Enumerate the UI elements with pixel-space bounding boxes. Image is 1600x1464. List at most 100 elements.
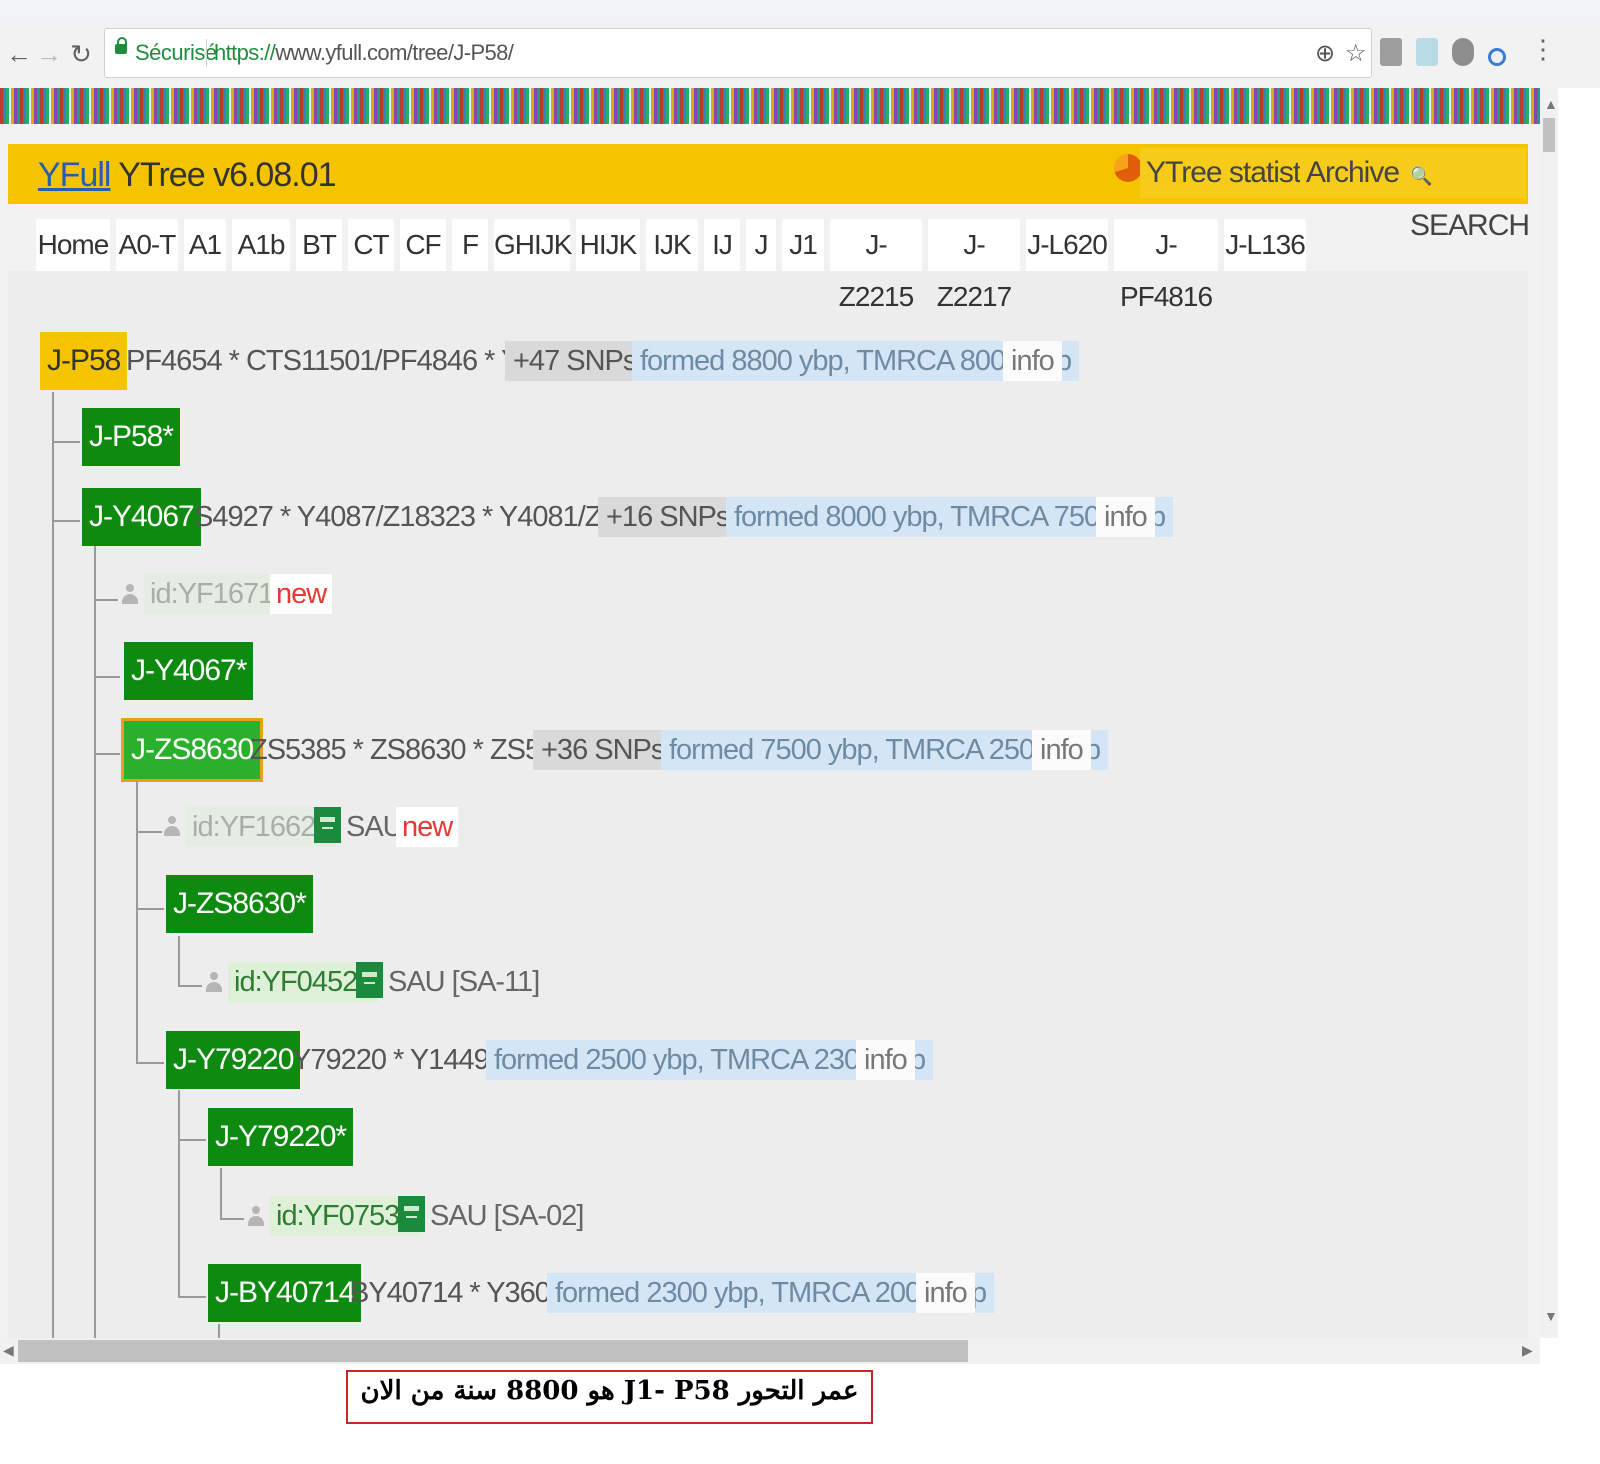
tree-line-level1: [52, 392, 54, 1338]
archive-button[interactable]: Archive: [1300, 148, 1406, 198]
ytree-version: YTree v6.08.01: [110, 156, 336, 194]
puzzle-extension-icon[interactable]: [1452, 38, 1474, 66]
tab-j-z2215[interactable]: J-Z2215: [830, 219, 922, 312]
info-link[interactable]: info: [916, 1273, 975, 1313]
new-badge: new: [270, 574, 333, 614]
tree-branch: [52, 520, 80, 522]
country-region: SAU [SA-11]: [388, 966, 540, 998]
url-text[interactable]: https://www.yfull.com/tree/J-P58/: [214, 40, 514, 66]
search-icon: 🔍: [1410, 166, 1432, 186]
dna-stripe-banner: [0, 88, 1540, 124]
tab-j-l136[interactable]: J-L136: [1224, 219, 1306, 271]
country-region: SAU [SA-02]: [430, 1200, 584, 1232]
address-separator: [206, 39, 207, 67]
annotation-caption-box: عمر التحور J1- P58 هو 8800 سنة من الان: [346, 1370, 873, 1424]
tab-ct[interactable]: CT: [348, 219, 394, 271]
person-icon: [248, 1206, 264, 1228]
node-j-y4067[interactable]: J-Y4067: [82, 488, 201, 546]
tab-j-z2217[interactable]: J-Z2217: [928, 219, 1020, 312]
saudi-flag-icon: [356, 962, 383, 998]
tab-j-l620[interactable]: J-L620: [1026, 219, 1108, 271]
tab-j1[interactable]: J1: [782, 219, 824, 271]
node-j-zs8630-star[interactable]: J-ZS8630*: [166, 875, 313, 933]
scroll-down-icon[interactable]: ▼: [1544, 1308, 1558, 1324]
tree-branch: [178, 985, 202, 987]
person-icon: [122, 584, 138, 606]
search-button[interactable]: 🔍 SEARCH: [1404, 148, 1530, 242]
site-title: YFull YTree v6.08.01: [38, 156, 337, 195]
address-bar[interactable]: Sécurisé https://www.yfull.com/tree/J-P5…: [104, 28, 1372, 78]
scroll-right-icon[interactable]: ▶: [1522, 1342, 1533, 1359]
node-j-by40714[interactable]: J-BY40714: [208, 1264, 362, 1322]
circle-extension-icon[interactable]: [1488, 48, 1506, 66]
yfull-link[interactable]: YFull: [38, 156, 111, 194]
tab-bt[interactable]: BT: [296, 219, 342, 271]
node-snps: Y79220 * Y144926: [292, 1044, 520, 1076]
url-scheme: https://: [214, 40, 276, 65]
tab-ij[interactable]: IJ: [704, 219, 740, 271]
zoom-icon[interactable]: ⊕: [1315, 39, 1335, 68]
node-j-y4067-star[interactable]: J-Y4067*: [124, 642, 254, 700]
scroll-up-icon[interactable]: ▲: [1544, 96, 1558, 112]
saudi-flag-icon: [314, 807, 341, 843]
tab-cf[interactable]: CF: [400, 219, 446, 271]
security-label: Sécurisé: [135, 40, 217, 65]
node-j-y79220[interactable]: J-Y79220: [166, 1031, 301, 1089]
browser-toolbar: ← → ↻ Sécurisé https://www.yfull.com/tre…: [0, 22, 1600, 88]
tree-line-level5b: [218, 1324, 220, 1338]
info-link[interactable]: info: [1003, 341, 1062, 381]
tab-j[interactable]: J: [746, 219, 776, 271]
annotation-caption-text: عمر التحور J1- P58 هو 8800 سنة من الان: [360, 1376, 859, 1406]
tree-branch: [136, 1062, 164, 1064]
tree-line-level3: [136, 780, 138, 1062]
horizontal-scroll-thumb[interactable]: [18, 1340, 968, 1362]
vertical-scrollbar[interactable]: ▲ ▼: [1540, 88, 1558, 1338]
tab-a1b[interactable]: A1b: [232, 219, 290, 271]
tree-branch: [94, 599, 118, 601]
scroll-left-icon[interactable]: ◀: [3, 1342, 14, 1359]
snp-count-badge[interactable]: +36 SNPs: [533, 730, 673, 770]
info-link[interactable]: info: [856, 1040, 915, 1080]
tree-branch: [136, 908, 164, 910]
tree-branch: [178, 1296, 206, 1298]
tab-hijk[interactable]: HIJK: [576, 219, 640, 271]
tree-line-level5: [220, 1168, 222, 1218]
node-j-zs8630-highlighted[interactable]: J-ZS8630: [124, 721, 261, 779]
tab-f[interactable]: F: [452, 219, 488, 271]
bookmark-star-icon[interactable]: ☆: [1345, 39, 1367, 68]
site-header: YFull YTree v6.08.01 YTree statistics Ar…: [8, 144, 1530, 242]
node-j-y79220-star[interactable]: J-Y79220*: [208, 1108, 354, 1166]
search-label: SEARCH: [1410, 209, 1530, 242]
vertical-scroll-thumb[interactable]: [1543, 118, 1555, 152]
page-viewport: YFull YTree v6.08.01 YTree statistics Ar…: [0, 88, 1540, 1338]
tab-home[interactable]: Home: [36, 219, 110, 271]
extension-icon[interactable]: [1380, 38, 1402, 66]
tree-line-level4: [178, 936, 180, 986]
node-j-p58[interactable]: J-P58: [40, 332, 128, 390]
node-j-p58-star[interactable]: J-P58*: [82, 408, 181, 466]
saudi-flag-icon: [398, 1196, 425, 1232]
snp-count-badge[interactable]: +16 SNPs: [598, 497, 738, 537]
reload-icon[interactable]: ↻: [66, 36, 96, 72]
tab-ijk[interactable]: IJK: [646, 219, 698, 271]
info-link[interactable]: info: [1032, 730, 1091, 770]
tree-line-level2: [94, 546, 96, 1338]
browser-menu-icon[interactable]: ⋮: [1530, 34, 1556, 65]
tab-ghijk[interactable]: GHIJK: [494, 219, 572, 271]
tab-a0-t[interactable]: A0-T: [116, 219, 178, 271]
tab-j-pf4816[interactable]: J-PF4816: [1114, 219, 1218, 312]
snp-count-badge[interactable]: +47 SNPs: [505, 341, 645, 381]
horizontal-scrollbar[interactable]: ◀ ▶: [0, 1338, 1540, 1364]
person-icon: [164, 816, 180, 838]
tree-branch: [52, 441, 80, 443]
country-code: SAU: [346, 811, 404, 843]
tree-branch: [220, 1218, 244, 1220]
lock-icon: [115, 37, 127, 54]
tree-branch: [136, 831, 162, 833]
info-link[interactable]: info: [1096, 497, 1155, 537]
forward-icon[interactable]: →: [34, 36, 64, 72]
clip-extension-icon[interactable]: [1416, 38, 1438, 66]
tree-branch: [94, 753, 120, 755]
back-icon[interactable]: ←: [4, 36, 34, 72]
tab-a1[interactable]: A1: [184, 219, 226, 271]
